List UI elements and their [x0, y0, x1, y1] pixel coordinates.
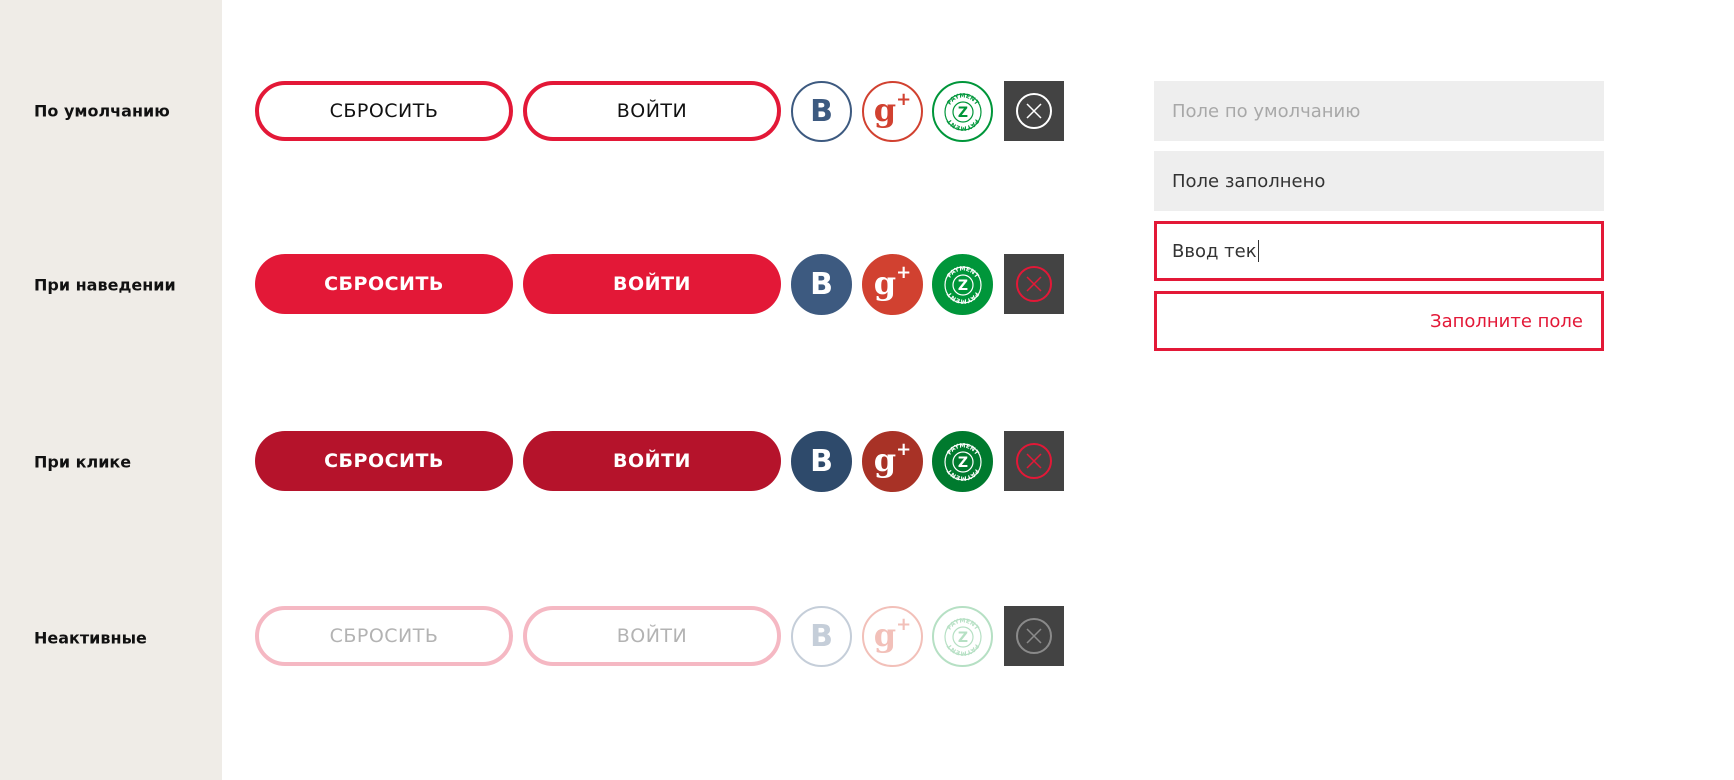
close-icon [1016, 618, 1052, 654]
vk-button[interactable]: B [791, 254, 852, 315]
google-plus-icon: g+ [873, 613, 912, 654]
google-plus-button[interactable]: g+ [862, 81, 923, 142]
payment-icon: PAYMENT PAYMENT Z [943, 265, 982, 304]
vk-icon: B [810, 444, 833, 479]
vk-button[interactable]: B [791, 81, 852, 142]
login-label: ВОЙТИ [616, 100, 688, 122]
login-label: ВОЙТИ [616, 625, 688, 647]
field-value: Ввод тек [1172, 240, 1257, 262]
payment-button[interactable]: PAYMENT PAYMENT Z [932, 606, 993, 667]
close-icon [1016, 443, 1052, 479]
reset-label: СБРОСИТЬ [329, 100, 439, 122]
login-button[interactable]: ВОЙТИ [523, 81, 781, 141]
login-button[interactable]: ВОЙТИ [523, 431, 781, 491]
reset-button[interactable]: СБРОСИТЬ [255, 431, 513, 491]
plus-glyph: + [896, 438, 912, 460]
close-icon [1016, 93, 1052, 129]
field-value: Поле заполнено [1172, 170, 1326, 192]
g-glyph: g [873, 615, 897, 654]
typing-field[interactable]: Ввод тек [1154, 221, 1604, 281]
close-button[interactable] [1004, 254, 1064, 314]
state-label-hover: При наведении [34, 275, 176, 295]
state-label-click: При клике [34, 452, 132, 472]
reset-button[interactable]: СБРОСИТЬ [255, 81, 513, 141]
payment-glyph: Z [957, 278, 967, 294]
payment-icon: PAYMENT PAYMENT Z [943, 442, 982, 481]
google-plus-icon: g+ [873, 261, 912, 302]
login-label: ВОЙТИ [613, 450, 691, 472]
close-icon [1016, 266, 1052, 302]
error-field[interactable]: Заполните поле [1154, 291, 1604, 351]
payment-icon: PAYMENT PAYMENT Z [943, 92, 982, 131]
state-label-default: По умолчанию [34, 101, 170, 121]
vk-button[interactable]: B [791, 606, 852, 667]
plus-glyph: + [896, 613, 912, 635]
field-placeholder: Поле по умолчанию [1172, 100, 1361, 122]
login-button[interactable]: ВОЙТИ [523, 606, 781, 666]
reset-button[interactable]: СБРОСИТЬ [255, 254, 513, 314]
google-plus-button[interactable]: g+ [862, 431, 923, 492]
close-button[interactable] [1004, 81, 1064, 141]
filled-field[interactable]: Поле заполнено [1154, 151, 1604, 211]
error-message: Заполните поле [1430, 310, 1583, 332]
payment-button[interactable]: PAYMENT PAYMENT Z [932, 81, 993, 142]
close-button[interactable] [1004, 431, 1064, 491]
login-button[interactable]: ВОЙТИ [523, 254, 781, 314]
google-plus-icon: g+ [873, 438, 912, 479]
plus-glyph: + [896, 88, 912, 110]
button-row-default: СБРОСИТЬ ВОЙТИ B g+ PAYMENT PAYMENT Z [255, 81, 1075, 142]
button-row-click: СБРОСИТЬ ВОЙТИ B g+ PAYMENT PAYMENT Z [255, 431, 1075, 492]
payment-glyph: Z [957, 630, 967, 646]
payment-button[interactable]: PAYMENT PAYMENT Z [932, 431, 993, 492]
default-field[interactable]: Поле по умолчанию [1154, 81, 1604, 141]
plus-glyph: + [896, 261, 912, 283]
g-glyph: g [873, 440, 897, 479]
button-row-disabled: СБРОСИТЬ ВОЙТИ B g+ PAYMENT PAYMENT Z [255, 606, 1075, 667]
reset-label: СБРОСИТЬ [324, 273, 444, 295]
vk-icon: B [810, 94, 833, 129]
g-glyph: g [873, 90, 897, 129]
vk-button[interactable]: B [791, 431, 852, 492]
payment-glyph: Z [957, 455, 967, 471]
button-row-hover: СБРОСИТЬ ВОЙТИ B g+ PAYMENT PAYMENT Z [255, 254, 1075, 315]
reset-label: СБРОСИТЬ [324, 450, 444, 472]
g-glyph: g [873, 263, 897, 302]
close-button[interactable] [1004, 606, 1064, 666]
state-label-disabled: Неактивные [34, 628, 147, 648]
text-cursor [1257, 240, 1259, 262]
reset-button[interactable]: СБРОСИТЬ [255, 606, 513, 666]
reset-label: СБРОСИТЬ [329, 625, 439, 647]
google-plus-button[interactable]: g+ [862, 606, 923, 667]
payment-icon: PAYMENT PAYMENT Z [943, 617, 982, 656]
payment-button[interactable]: PAYMENT PAYMENT Z [932, 254, 993, 315]
google-plus-icon: g+ [873, 88, 912, 129]
vk-icon: B [810, 619, 833, 654]
login-label: ВОЙТИ [613, 273, 691, 295]
vk-icon: B [810, 267, 833, 302]
google-plus-button[interactable]: g+ [862, 254, 923, 315]
payment-glyph: Z [957, 105, 967, 121]
